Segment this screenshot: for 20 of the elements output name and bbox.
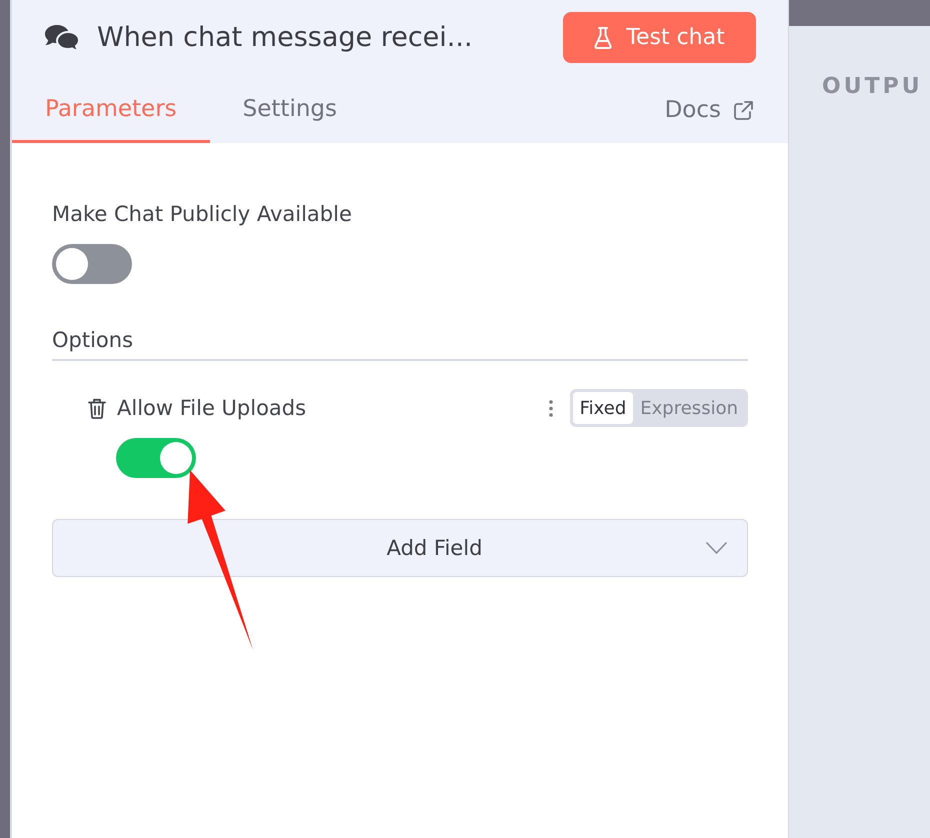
chevron-down-icon	[706, 542, 727, 554]
tab[interactable]: Parameters	[12, 75, 210, 143]
toggle-switch[interactable]	[116, 438, 196, 478]
tab[interactable]: Settings	[210, 75, 370, 143]
flask-icon	[594, 26, 612, 48]
chat-bubbles-icon	[44, 24, 80, 52]
toggle-switch[interactable]	[52, 244, 132, 284]
option-label: Allow File Uploads	[117, 396, 306, 420]
field-label: Make Chat Publicly Available	[52, 201, 353, 227]
mode-tab[interactable]: Fixed	[572, 392, 634, 424]
mode-tab[interactable]: Expression	[633, 392, 745, 424]
external-link-icon	[734, 100, 753, 120]
docs-link[interactable]: Docs	[664, 97, 753, 123]
trash-icon[interactable]	[88, 398, 106, 418]
node-title: When chat message recei...	[97, 22, 474, 53]
section-heading: Options	[52, 327, 748, 361]
test-chat-button[interactable]: Test chat	[563, 12, 756, 63]
output-heading: OUTPU	[822, 74, 924, 99]
kebab-menu-icon[interactable]	[548, 400, 553, 416]
add-field-button[interactable]: Add Field	[52, 519, 748, 577]
